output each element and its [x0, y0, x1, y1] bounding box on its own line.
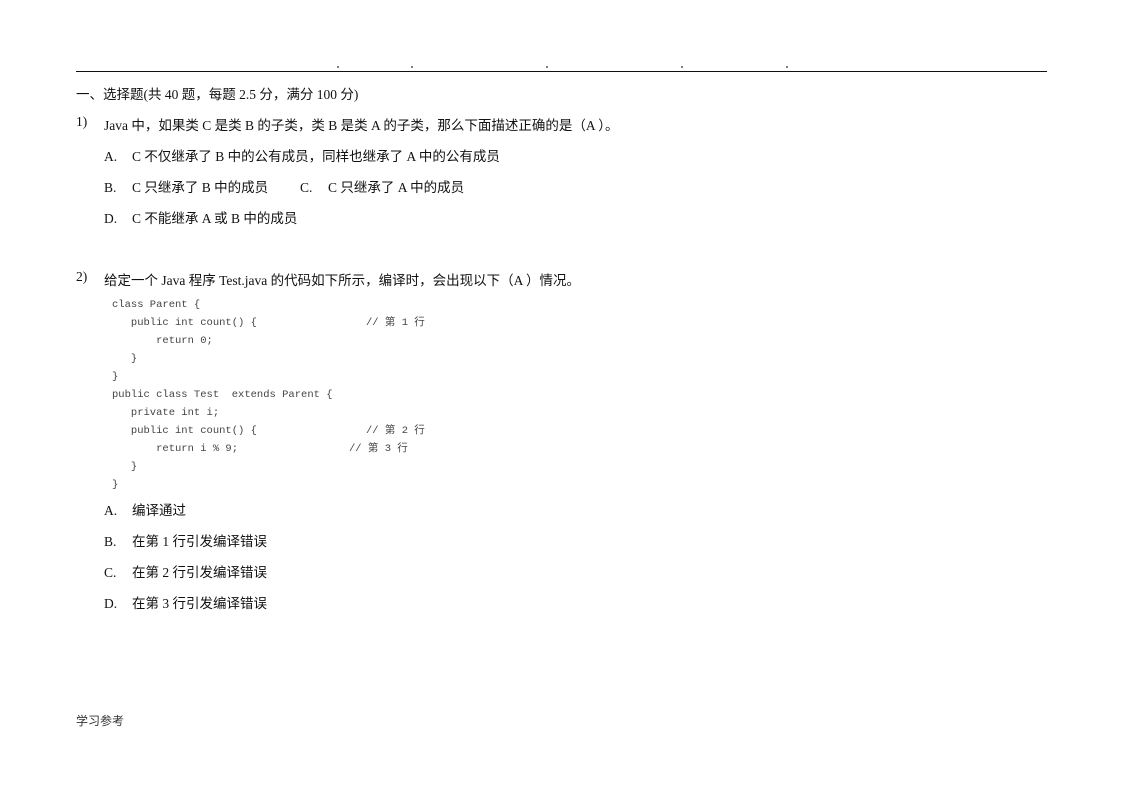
option-text: 在第 3 行引发编译错误 [132, 596, 267, 611]
option-letter: D. [104, 596, 118, 611]
code-line: private int i; [112, 407, 220, 419]
code-line: public int count() {// 第 1 行 [112, 314, 425, 332]
question-number: 2) [76, 269, 88, 284]
code-line: class Parent { [112, 299, 201, 311]
header-dot [546, 66, 548, 68]
code-line: public int count() {// 第 2 行 [112, 422, 425, 440]
code-line: } [112, 479, 119, 491]
code-line: } [112, 461, 138, 473]
option-a: A. 编译通过 [104, 499, 186, 519]
header-dot [786, 66, 788, 68]
code-line: } [112, 353, 138, 365]
code-line: return i % 9;// 第 3 行 [112, 440, 408, 458]
code-line: return 0; [112, 335, 213, 347]
option-letter: A. [104, 503, 118, 518]
option-d: D. 在第 3 行引发编译错误 [104, 592, 267, 612]
code-comment: // 第 2 行 [366, 425, 425, 437]
footer-label: 学习参考 [76, 714, 125, 728]
option-c: C. C 只继承了 A 中的成员 [300, 176, 464, 196]
option-letter: A. [104, 149, 118, 164]
option-letter: C. [104, 565, 117, 580]
option-c: C. 在第 2 行引发编译错误 [104, 561, 267, 581]
question-number: 1) [76, 114, 88, 129]
header-dot [681, 66, 683, 68]
option-b: B. 在第 1 行引发编译错误 [104, 530, 267, 550]
question-text: 给定一个 Java 程序 Test.java 的代码如下所示，编译时，会出现以下… [104, 273, 581, 288]
option-text: C 不能继承 A 或 B 中的成员 [132, 211, 298, 226]
option-letter: B. [104, 180, 117, 195]
header-rule [76, 71, 1047, 72]
section-title: 一、选择题(共 40 题，每题 2.5 分，满分 100 分) [76, 87, 359, 102]
option-d: D. C 不能继承 A 或 B 中的成员 [104, 207, 297, 227]
option-text: 在第 2 行引发编译错误 [132, 565, 267, 580]
code-line: public class Test extends Parent { [112, 389, 333, 401]
option-text: C 不仅继承了 B 中的公有成员，同样也继承了 A 中的公有成员 [132, 149, 500, 164]
option-a: A. C 不仅继承了 B 中的公有成员，同样也继承了 A 中的公有成员 [104, 145, 500, 165]
code-line: } [112, 371, 119, 383]
option-letter: C. [300, 180, 313, 195]
option-text: C 只继承了 B 中的成员 [132, 180, 269, 195]
question-text: Java 中，如果类 C 是类 B 的子类，类 B 是类 A 的子类，那么下面描… [104, 118, 619, 133]
option-text: 在第 1 行引发编译错误 [132, 534, 267, 549]
header-dot [411, 66, 413, 68]
option-b: B. C 只继承了 B 中的成员 [104, 176, 268, 196]
code-comment: // 第 3 行 [349, 443, 408, 455]
header-dot [337, 66, 339, 68]
code-block: class Parent { public int count() {// 第 … [112, 296, 425, 494]
code-comment: // 第 1 行 [366, 317, 425, 329]
option-letter: D. [104, 211, 118, 226]
option-text: 编译通过 [132, 503, 186, 518]
option-letter: B. [104, 534, 117, 549]
option-text: C 只继承了 A 中的成员 [328, 180, 465, 195]
